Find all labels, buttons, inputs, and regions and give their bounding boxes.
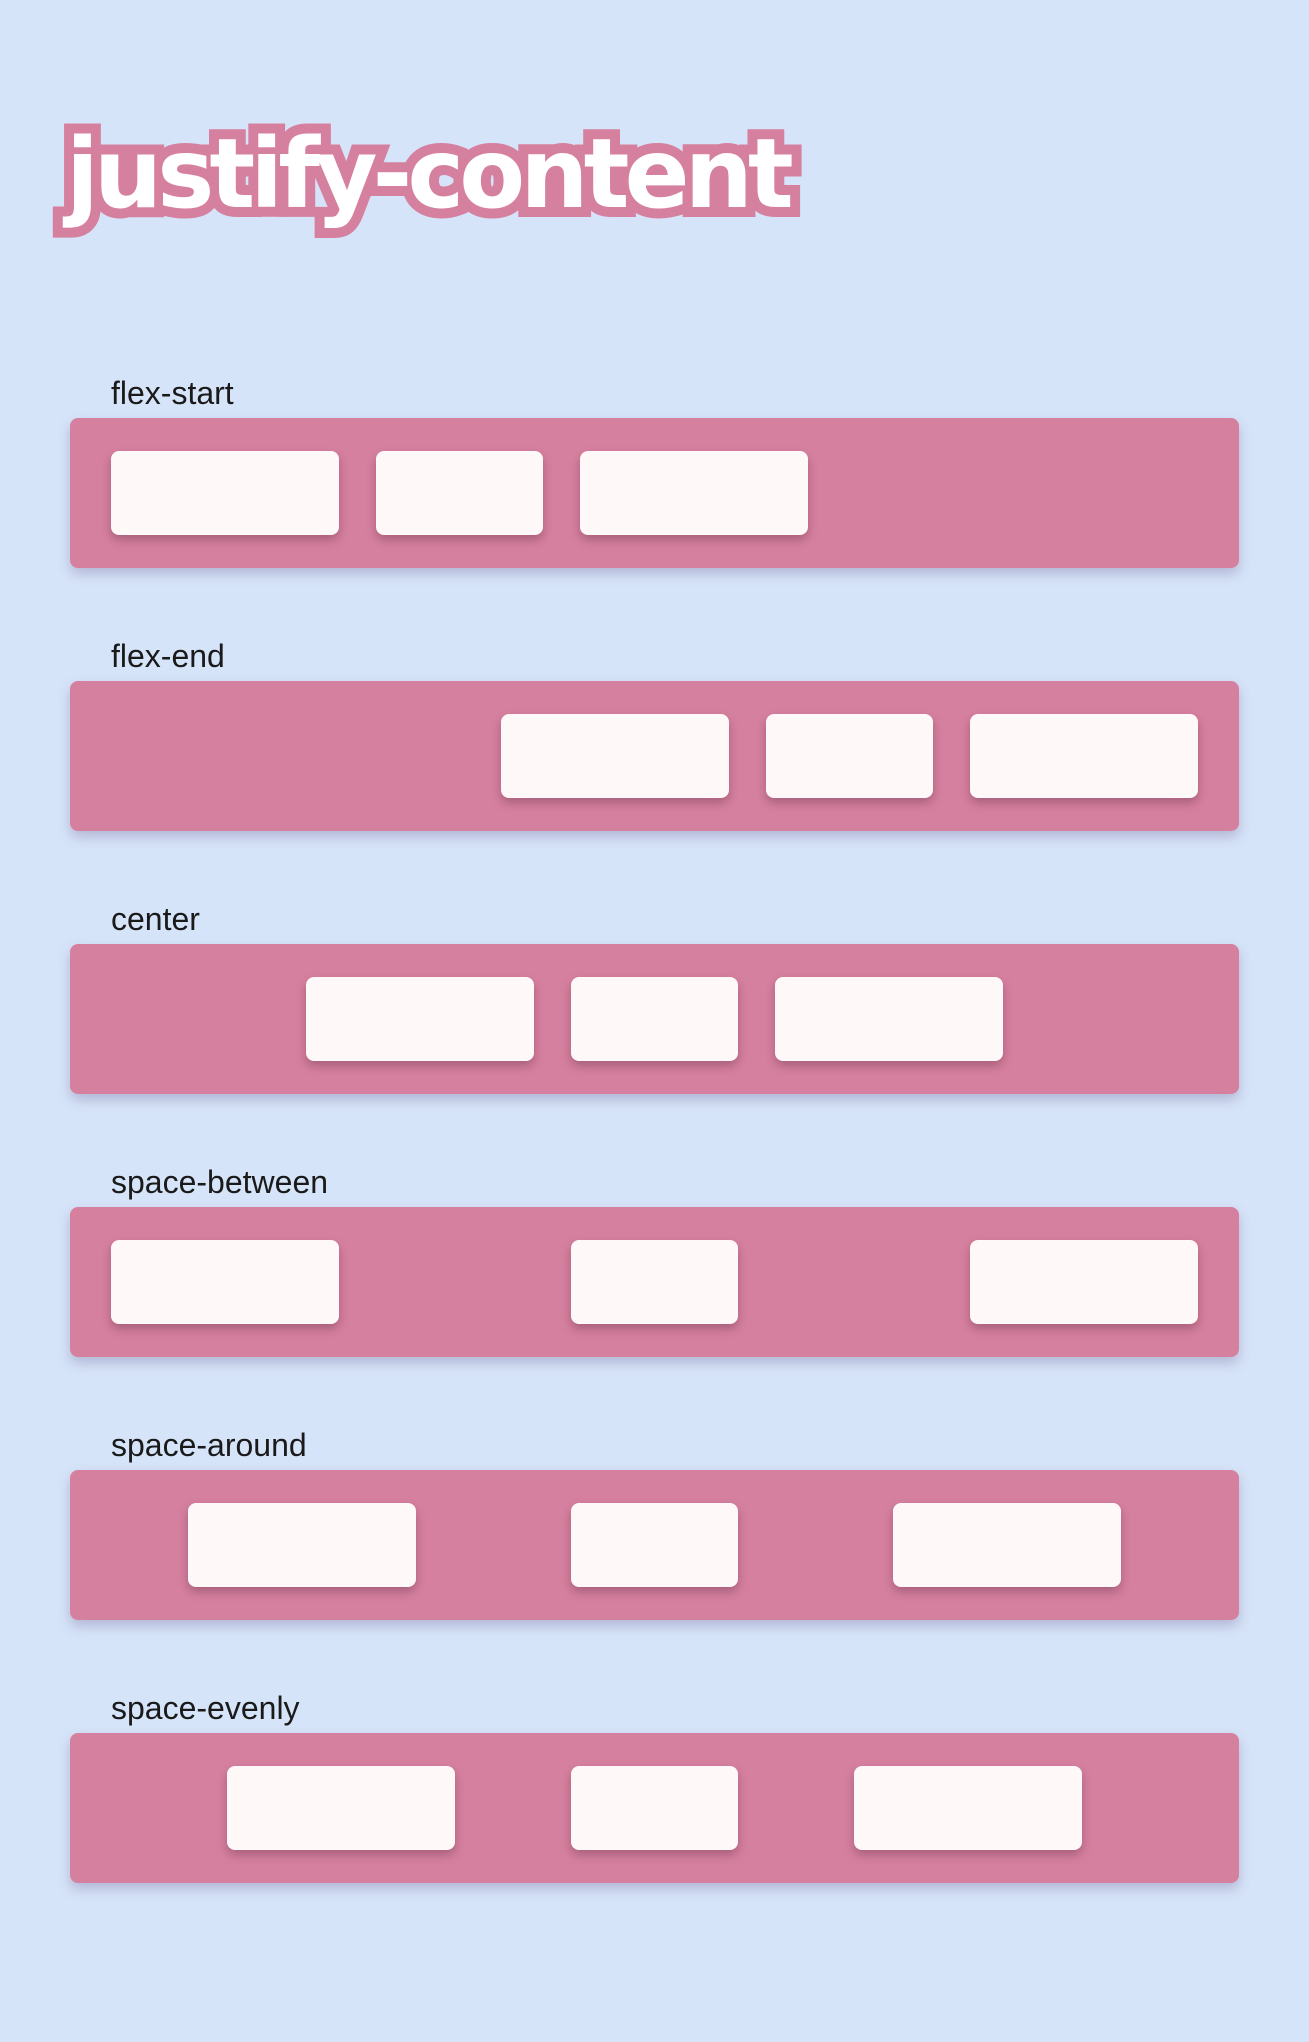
flex-item bbox=[376, 451, 543, 535]
flex-container bbox=[70, 944, 1239, 1094]
example-label: space-evenly bbox=[111, 1690, 300, 1726]
example-space-around: space-around bbox=[70, 1420, 1239, 1620]
example-label: flex-start bbox=[111, 375, 234, 411]
flex-item bbox=[766, 714, 933, 798]
flex-item bbox=[571, 977, 738, 1061]
flex-container bbox=[70, 1207, 1239, 1357]
example-flex-start: flex-start bbox=[70, 368, 1239, 568]
flex-item bbox=[580, 451, 808, 535]
flex-item bbox=[570, 1503, 738, 1587]
flex-item bbox=[854, 1766, 1082, 1850]
flex-item bbox=[188, 1503, 417, 1587]
flex-item bbox=[571, 1766, 738, 1850]
example-space-evenly: space-evenly bbox=[70, 1683, 1239, 1883]
flex-item bbox=[970, 1240, 1198, 1324]
flex-item bbox=[111, 451, 339, 535]
example-label: center bbox=[111, 901, 200, 937]
flex-item bbox=[571, 1240, 738, 1324]
example-space-between: space-between bbox=[70, 1157, 1239, 1357]
page-title: justify-content bbox=[56, 108, 804, 240]
flex-container bbox=[70, 418, 1239, 568]
example-label: space-around bbox=[111, 1427, 307, 1463]
flex-item bbox=[892, 1503, 1121, 1587]
example-label: space-between bbox=[111, 1164, 329, 1200]
flex-item bbox=[970, 714, 1198, 798]
example-center: center bbox=[70, 894, 1239, 1094]
flex-container bbox=[70, 1470, 1239, 1620]
flex-item bbox=[111, 1240, 339, 1324]
example-label: flex-end bbox=[111, 638, 225, 674]
flex-container bbox=[70, 1733, 1239, 1883]
example-flex-end: flex-end bbox=[70, 631, 1239, 831]
flex-item bbox=[501, 714, 729, 798]
flex-item bbox=[227, 1766, 455, 1850]
flex-item bbox=[775, 977, 1003, 1061]
flex-container bbox=[70, 681, 1239, 831]
flex-item bbox=[306, 977, 534, 1061]
